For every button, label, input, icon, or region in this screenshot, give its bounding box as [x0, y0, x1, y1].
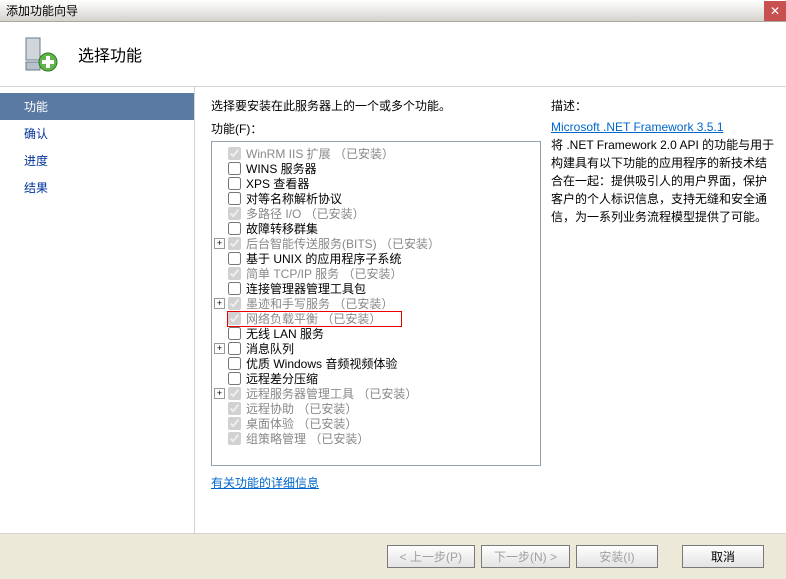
feature-checkbox: [228, 297, 241, 310]
tree-item[interactable]: 对等名称解析协议: [214, 191, 538, 206]
sidebar-item-confirm[interactable]: 确认: [0, 120, 194, 147]
tree-item[interactable]: +后台智能传送服务(BITS) （已安装）: [214, 236, 538, 251]
feature-checkbox[interactable]: [228, 192, 241, 205]
cancel-button[interactable]: 取消: [682, 545, 764, 568]
window-title: 添加功能向导: [0, 2, 78, 19]
tree-item[interactable]: 简单 TCP/IP 服务 （已安装）: [214, 266, 538, 281]
feature-checkbox[interactable]: [228, 372, 241, 385]
header: 选择功能: [0, 22, 786, 87]
feature-checkbox[interactable]: [228, 342, 241, 355]
titlebar: 添加功能向导 ✕: [0, 0, 786, 22]
feature-checkbox[interactable]: [228, 327, 241, 340]
feature-checkbox[interactable]: [228, 252, 241, 265]
prev-button[interactable]: < 上一步(P): [387, 545, 475, 568]
feature-checkbox: [228, 417, 241, 430]
tree-item[interactable]: 远程协助 （已安装）: [214, 401, 538, 416]
instruction-text: 选择要安装在此服务器上的一个或多个功能。: [211, 97, 541, 114]
feature-checkbox: [228, 387, 241, 400]
feature-checkbox: [228, 147, 241, 160]
tree-item[interactable]: XPS 查看器: [214, 176, 538, 191]
features-label: 功能(F)：: [211, 120, 541, 137]
feature-checkbox: [228, 237, 241, 250]
feature-checkbox: [228, 267, 241, 280]
details-link[interactable]: 有关功能的详细信息: [211, 474, 541, 491]
sidebar: 功能 确认 进度 结果: [0, 87, 195, 533]
feature-checkbox: [228, 207, 241, 220]
description-title: 描述：: [551, 97, 776, 114]
tree-item[interactable]: 优质 Windows 音频视频体验: [214, 356, 538, 371]
feature-checkbox: [228, 312, 241, 325]
feature-checkbox[interactable]: [228, 162, 241, 175]
expand-icon[interactable]: +: [214, 238, 225, 249]
sidebar-item-features[interactable]: 功能: [0, 93, 194, 120]
tree-item[interactable]: 远程差分压缩: [214, 371, 538, 386]
next-button[interactable]: 下一步(N) >: [481, 545, 570, 568]
feature-checkbox[interactable]: [228, 357, 241, 370]
tree-item[interactable]: +墨迹和手写服务 （已安装）: [214, 296, 538, 311]
tree-item[interactable]: 组策略管理 （已安装）: [214, 431, 538, 446]
wizard-window: 添加功能向导 ✕ 选择功能 功能 确认 进度 结果 选择要安装在此服务器上的一个…: [0, 0, 786, 579]
page-title: 选择功能: [78, 42, 142, 66]
tree-item[interactable]: WINS 服务器: [214, 161, 538, 176]
tree-item[interactable]: +远程服务器管理工具 （已安装）: [214, 386, 538, 401]
feature-checkbox: [228, 432, 241, 445]
tree-item[interactable]: 基于 UNIX 的应用程序子系统: [214, 251, 538, 266]
tree-item[interactable]: 无线 LAN 服务: [214, 326, 538, 341]
footer: < 上一步(P) 下一步(N) > 安装(I) 取消: [0, 533, 786, 579]
main-area: 选择要安装在此服务器上的一个或多个功能。 功能(F)： WinRM IIS 扩展…: [195, 87, 786, 533]
tree-item[interactable]: +消息队列: [214, 341, 538, 356]
sidebar-item-progress[interactable]: 进度: [0, 147, 194, 174]
expand-icon[interactable]: +: [214, 343, 225, 354]
features-tree[interactable]: WinRM IIS 扩展 （已安装）WINS 服务器XPS 查看器对等名称解析协…: [211, 141, 541, 466]
tree-item[interactable]: 网络负载平衡 （已安装）: [214, 311, 538, 326]
install-button[interactable]: 安装(I): [576, 545, 658, 568]
close-icon: ✕: [770, 4, 780, 18]
feature-checkbox[interactable]: [228, 177, 241, 190]
feature-label: 组策略管理 （已安装）: [246, 430, 369, 447]
feature-checkbox: [228, 402, 241, 415]
description-link[interactable]: Microsoft .NET Framework 3.5.1: [551, 120, 724, 134]
sidebar-item-results[interactable]: 结果: [0, 174, 194, 201]
tree-item[interactable]: WinRM IIS 扩展 （已安装）: [214, 146, 538, 161]
expand-icon[interactable]: +: [214, 388, 225, 399]
feature-checkbox[interactable]: [228, 222, 241, 235]
tree-item[interactable]: 故障转移群集: [214, 221, 538, 236]
expand-icon[interactable]: +: [214, 298, 225, 309]
description-text: 将 .NET Framework 2.0 API 的功能与用于构建具有以下功能的…: [551, 136, 776, 226]
content: 功能 确认 进度 结果 选择要安装在此服务器上的一个或多个功能。 功能(F)： …: [0, 87, 786, 533]
tree-item[interactable]: 桌面体验 （已安装）: [214, 416, 538, 431]
tree-item[interactable]: 多路径 I/O （已安装）: [214, 206, 538, 221]
description-column: 描述： Microsoft .NET Framework 3.5.1 将 .NE…: [551, 97, 776, 533]
feature-checkbox[interactable]: [228, 282, 241, 295]
features-column: 选择要安装在此服务器上的一个或多个功能。 功能(F)： WinRM IIS 扩展…: [211, 97, 541, 533]
tree-item[interactable]: 连接管理器管理工具包: [214, 281, 538, 296]
close-button[interactable]: ✕: [764, 1, 786, 21]
wizard-icon: [20, 34, 60, 74]
